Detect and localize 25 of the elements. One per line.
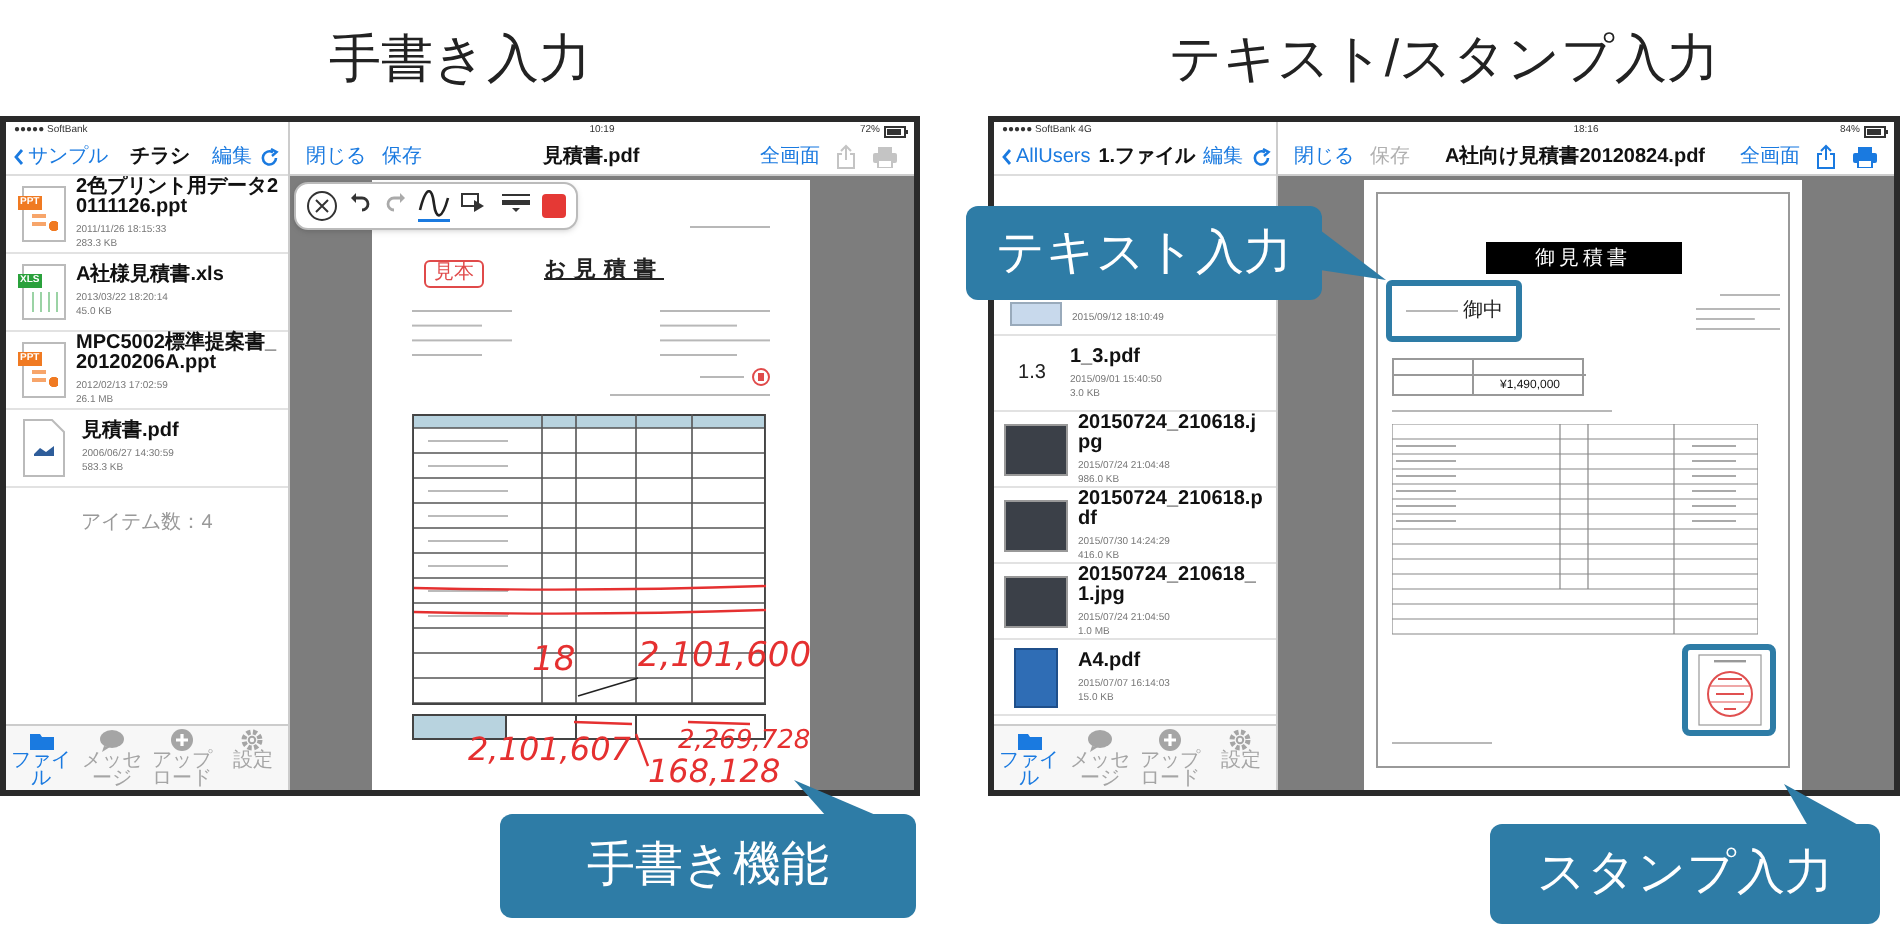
file-name: A4.pdf xyxy=(1078,651,1143,671)
callout-text: スタンプ入力 xyxy=(1537,844,1833,904)
item-count: アイテム数：4 xyxy=(81,510,213,538)
sample-stamp: 見本 xyxy=(424,259,484,287)
file-name: A社様見積書.xls xyxy=(76,266,224,286)
file-number: 1.3 xyxy=(1016,360,1048,388)
callout-text: 手書き機能 xyxy=(587,836,829,896)
file-name: 20150724_210618.pdf xyxy=(1078,489,1265,529)
handwritten-number: 168,128 xyxy=(648,756,783,788)
document-title: A社向け見積書20120824.pdf xyxy=(1442,143,1708,172)
quote-heading: お見積書 xyxy=(544,255,664,286)
file-name: 20150724_210618_1.jpg xyxy=(1078,565,1258,605)
nav-title: チラシ xyxy=(128,144,192,172)
document-title: 見積書.pdf xyxy=(540,143,642,172)
file-name: 1_3.pdf xyxy=(1070,347,1143,367)
quote-heading: 御見積書 xyxy=(1535,245,1631,273)
section-heading: テキスト/スタンプ入力 xyxy=(1168,25,1720,91)
file-name: MPC5002標準提案書_20120206A.ppt xyxy=(76,334,279,374)
callout-text: テキスト入力 xyxy=(996,223,1292,283)
file-name: 見積書.pdf xyxy=(82,422,179,442)
file-name: 20150724_210618.jpg xyxy=(1078,413,1258,453)
addressee-text: 御中 xyxy=(1463,301,1503,321)
section-heading: 手書き入力 xyxy=(329,25,591,91)
handwritten-number: 2,101,607 xyxy=(468,734,633,766)
nav-title: 1.ファイル xyxy=(1098,144,1196,172)
